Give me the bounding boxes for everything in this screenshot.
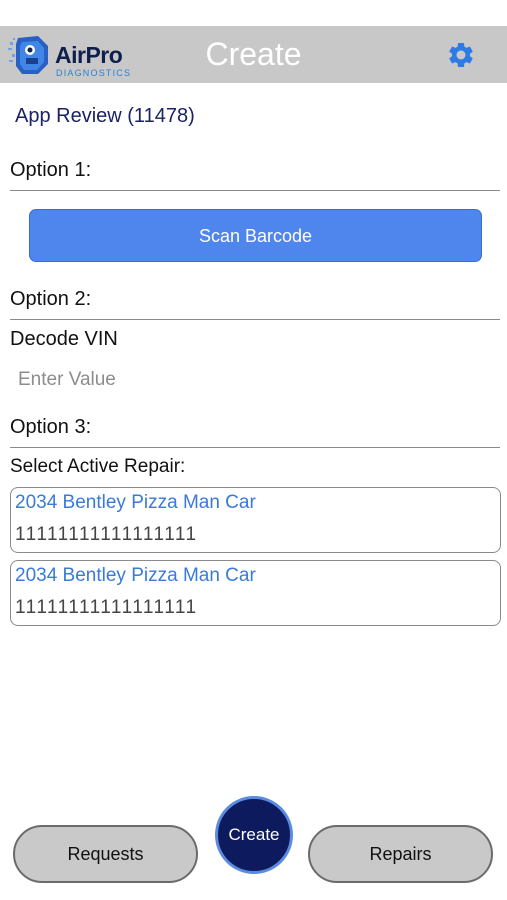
requests-button[interactable]: Requests (13, 825, 198, 883)
vin-input[interactable] (10, 362, 500, 398)
status-bar (0, 0, 507, 26)
repair-title: 2034 Bentley Pizza Man Car (15, 492, 256, 513)
option2-label: Option 2: (10, 288, 92, 310)
select-repair-label: Select Active Repair: (10, 456, 186, 477)
option2-divider (10, 319, 500, 320)
option1-divider (10, 190, 500, 191)
option1-label: Option 1: (10, 159, 92, 181)
scan-barcode-button[interactable]: Scan Barcode (29, 209, 482, 262)
decode-vin-label: Decode VIN (10, 328, 118, 350)
repair-vin: 11111111111111111 (15, 524, 198, 545)
repair-list-item[interactable]: 2034 Bentley Pizza Man Car 1111111111111… (10, 560, 501, 626)
repair-list-item[interactable]: 2034 Bentley Pizza Man Car 1111111111111… (10, 487, 501, 553)
repair-title: 2034 Bentley Pizza Man Car (15, 565, 256, 586)
page-title: Create (205, 36, 302, 72)
create-button[interactable]: Create (215, 796, 293, 874)
account-name: App Review (11478) (15, 105, 195, 127)
option3-label: Option 3: (10, 416, 92, 438)
gear-icon[interactable] (446, 40, 476, 70)
repair-vin: 11111111111111111 (15, 597, 198, 618)
option3-divider (10, 447, 500, 448)
repairs-button[interactable]: Repairs (308, 825, 493, 883)
app-header: AirPro DIAGNOSTICS Create (0, 26, 507, 83)
